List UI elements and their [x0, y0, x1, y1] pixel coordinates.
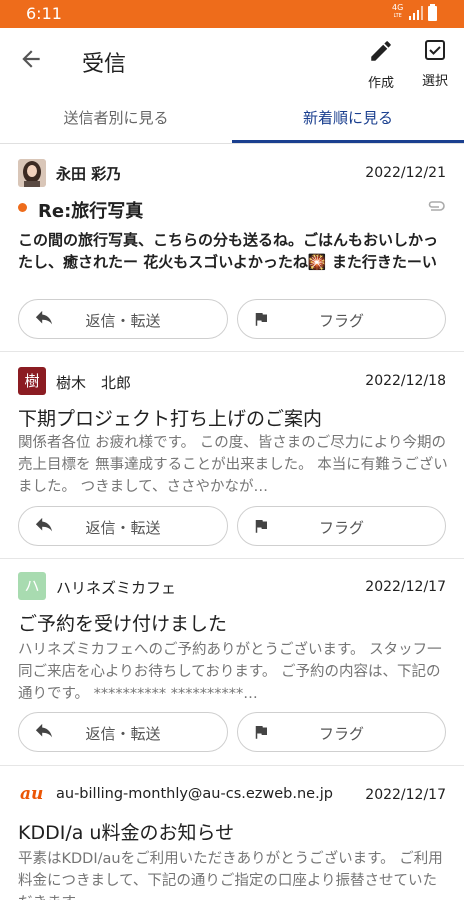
mail-date: 2022/12/18 — [365, 373, 446, 389]
reply-forward-label: 返信・転送 — [85, 312, 161, 330]
mail-subject: KDDI/a u料金のお知らせ — [18, 822, 235, 844]
app-bar: 受信 作成 選択 — [0, 28, 464, 92]
reply-forward-button[interactable]: 返信・転送 — [18, 506, 228, 546]
avatar: 樹 — [18, 367, 46, 395]
sender-name: 永田 彩乃 — [56, 165, 122, 183]
unread-indicator — [18, 203, 27, 212]
tab-indicator — [232, 140, 464, 143]
mail-subject: 下期プロジェクト打ち上げのご案内 — [18, 408, 323, 430]
select-label: 選択 — [421, 74, 448, 89]
back-arrow-icon[interactable] — [18, 46, 44, 72]
sender-name: au-billing-monthly@au-cs.ezweb.ne.jp — [56, 786, 333, 802]
reply-forward-label: 返信・転送 — [85, 725, 161, 743]
mail-preview: 平素はKDDI/auをご利用いただきありがとうございます。 ご利用料金につきまし… — [18, 851, 443, 900]
mail-preview: この間の旅行写真、こちらの分も送るね。ごはんもおいしかったし、癒されたー 花火も… — [18, 231, 439, 271]
reply-forward-button[interactable]: 返信・転送 — [18, 299, 228, 339]
flag-label: フラグ — [318, 312, 364, 330]
checkbox-icon — [425, 40, 445, 60]
network-type: 4G — [392, 3, 404, 12]
flag-label: フラグ — [318, 725, 364, 743]
mail-preview: 関係者各位 お疲れ様です。 この度、皆さまのご尽力により今期の売上目標を 無事達… — [18, 435, 448, 495]
mail-date: 2022/12/21 — [365, 165, 446, 181]
battery-icon — [428, 4, 437, 21]
mail-preview: ハリネズミカフェへのご予約ありがとうございます。 スタッフ一同ご来店を心よりお待… — [18, 642, 442, 702]
mail-date: 2022/12/17 — [365, 579, 446, 595]
au-logo: au — [20, 784, 44, 804]
status-time: 6:11 — [26, 4, 62, 23]
flag-button[interactable]: フラグ — [237, 712, 446, 752]
avatar: ハ — [18, 572, 46, 600]
network-indicator: 4G LTE — [392, 4, 403, 20]
tab-by-sender[interactable]: 送信者別に見る — [0, 92, 232, 144]
reply-forward-label: 返信・転送 — [85, 519, 161, 537]
signal-icon — [409, 6, 423, 20]
sender-name: 樹木 北郎 — [56, 374, 132, 392]
page-title: 受信 — [82, 52, 127, 77]
mail-item[interactable]: 永田 彩乃 2022/12/21 Re:旅行写真 この間の旅行写真、こちらの分も… — [0, 145, 464, 352]
sender-name: ハリネズミカフェ — [56, 579, 177, 597]
mail-date: 2022/12/17 — [365, 787, 446, 803]
flag-button[interactable]: フラグ — [237, 299, 446, 339]
avatar — [18, 159, 46, 187]
compose-button[interactable]: 作成 — [361, 38, 401, 91]
person-photo-icon — [18, 159, 46, 187]
reply-forward-button[interactable]: 返信・転送 — [18, 712, 228, 752]
mail-subject: ご予約を受け付けました — [18, 613, 228, 635]
select-button[interactable]: 選択 — [415, 38, 455, 89]
tab-newest[interactable]: 新着順に見る — [232, 92, 464, 144]
attachment-icon — [428, 201, 445, 211]
flag-button[interactable]: フラグ — [237, 506, 446, 546]
network-subtype: LTE — [393, 13, 402, 19]
compose-label: 作成 — [367, 76, 394, 91]
mail-subject: Re:旅行写真 — [38, 201, 144, 222]
mail-item[interactable]: 樹 樹木 北郎 2022/12/18 下期プロジェクト打ち上げのご案内 関係者各… — [0, 352, 464, 559]
status-bar: 6:11 4G LTE — [0, 0, 464, 28]
pencil-icon — [371, 41, 391, 61]
mail-item[interactable]: ハ ハリネズミカフェ 2022/12/17 ご予約を受け付けました ハリネズミカ… — [0, 559, 464, 766]
tab-bar: 送信者別に見る 新着順に見る — [0, 92, 464, 144]
flag-label: フラグ — [318, 519, 364, 537]
mail-item[interactable]: au au-billing-monthly@au-cs.ezweb.ne.jp … — [0, 766, 464, 900]
